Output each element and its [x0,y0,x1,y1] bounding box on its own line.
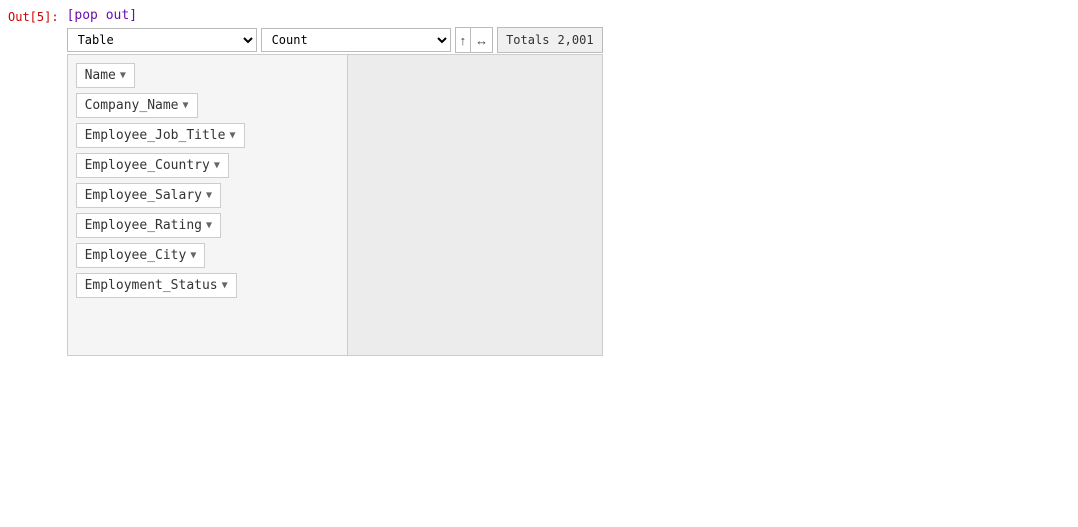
table-select[interactable]: Table Bar Chart Scatter Line [67,28,257,52]
field-name: Employee_Rating [85,218,202,233]
field-name: Name [85,68,116,83]
field-arrow-icon: ▼ [206,220,212,231]
field-name: Employment_Status [85,278,218,293]
totals-value: 2,001 [557,33,593,47]
field-name: Employee_Job_Title [85,128,226,143]
page-wrapper: Out[5]: [pop out] Table Bar Chart Scatte… [0,0,1078,364]
pop-out-link[interactable]: [pop out] [67,8,137,23]
field-name: Employee_City [85,248,187,263]
cell-output: [pop out] Table Bar Chart Scatter Line C… [67,8,603,356]
fields-panel: Name▼Company_Name▼Employee_Job_Title▼Emp… [68,55,348,355]
field-item[interactable]: Employee_City▼ [76,243,206,268]
sort-asc-button[interactable]: ↑ [456,28,471,52]
field-item[interactable]: Employment_Status ▼ [76,273,237,298]
field-arrow-icon: ▼ [183,100,189,111]
field-name: Employee_Salary [85,188,202,203]
sort-controls: ↑ ↔ [455,27,494,53]
field-item[interactable]: Employee_Job_Title▼ [76,123,245,148]
main-content: Name▼Company_Name▼Employee_Job_Title▼Emp… [67,54,603,356]
field-item[interactable]: Name ▼ [76,63,135,88]
field-item[interactable]: Company_Name ▼ [76,93,198,118]
field-arrow-icon: ▼ [229,130,235,141]
totals-label: Totals [506,33,549,47]
totals-box: Totals 2,001 [497,27,602,53]
field-arrow-icon: ▼ [222,280,228,291]
sort-desc-button[interactable]: ↔ [471,28,492,52]
out-label: Out[5]: [8,8,59,24]
field-arrow-icon: ▼ [190,250,196,261]
field-item[interactable]: Employee_Country ▼ [76,153,229,178]
field-arrow-icon: ▼ [120,70,126,81]
field-arrow-icon: ▼ [214,160,220,171]
count-select[interactable]: Count Sum Average Min Max [261,28,451,52]
data-area [348,55,602,355]
field-name: Employee_Country [85,158,210,173]
field-arrow-icon: ▼ [206,190,212,201]
controls-row: Table Bar Chart Scatter Line Count Sum A… [67,27,603,53]
output-line: Out[5]: [pop out] Table Bar Chart Scatte… [0,8,1078,356]
field-item[interactable]: Employee_Rating ▼ [76,213,221,238]
field-item[interactable]: Employee_Salary ▼ [76,183,221,208]
field-name: Company_Name [85,98,179,113]
